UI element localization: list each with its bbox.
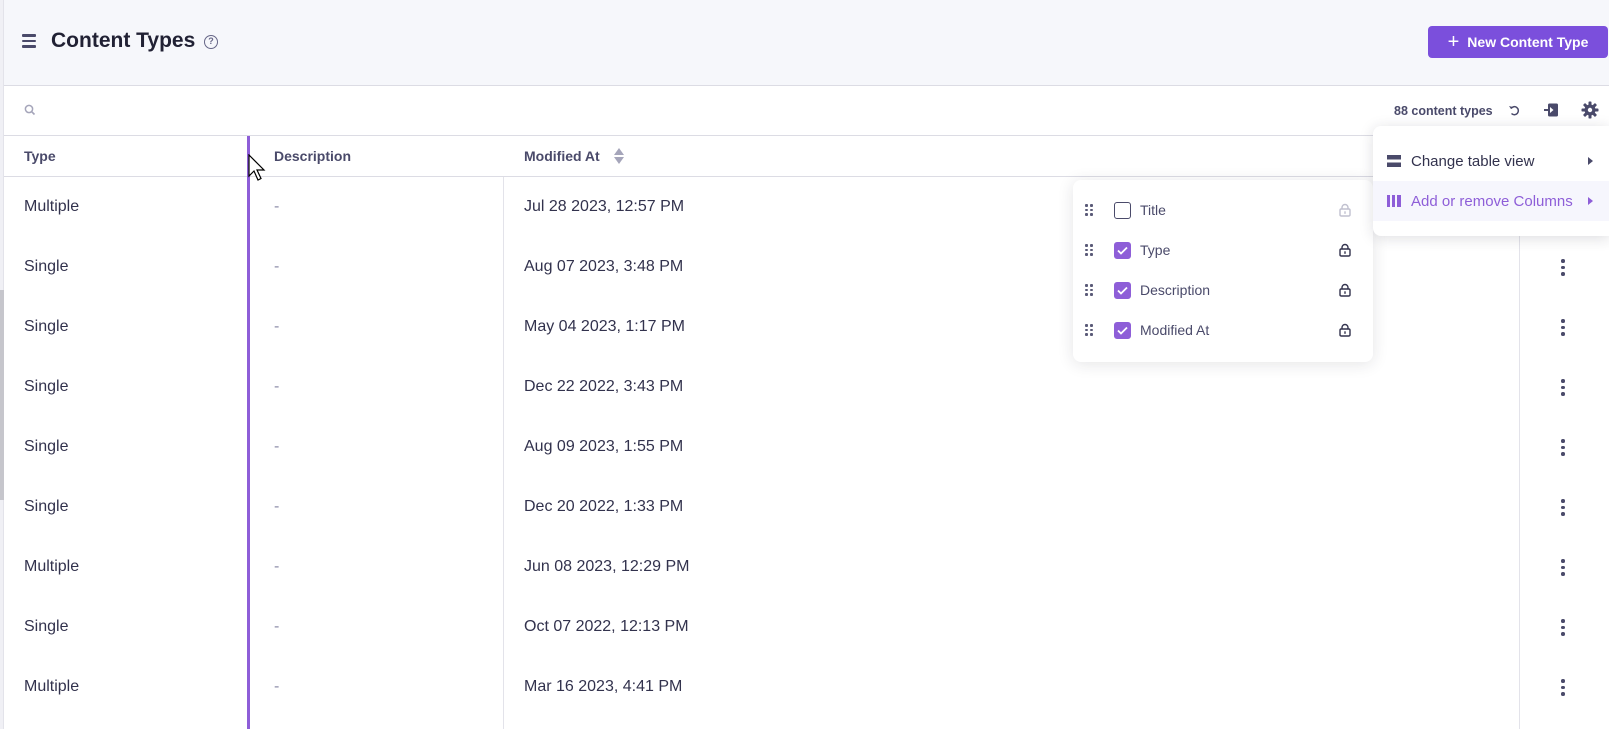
cell-modified-at: Aug 09 2023, 1:55 PM [524, 438, 684, 455]
menu-item-label: Add or remove Columns [1411, 192, 1573, 210]
drag-handle-icon[interactable] [1085, 324, 1093, 336]
reset-icon[interactable] [1504, 100, 1524, 120]
content-types-page: Content Types ? + New Content Type 88 co… [0, 0, 1609, 729]
page-header: Content Types ? + New Content Type [4, 0, 1609, 86]
row-more-actions-icon[interactable] [1560, 679, 1566, 697]
export-icon[interactable] [1541, 100, 1561, 120]
lock-icon[interactable] [1338, 203, 1352, 217]
cell-modified-at: May 04 2023, 1:17 PM [524, 318, 685, 335]
lock-icon[interactable] [1338, 243, 1352, 257]
column-checkbox[interactable] [1114, 281, 1131, 299]
row-more-actions-icon[interactable] [1560, 379, 1566, 397]
column-checkbox[interactable] [1114, 201, 1131, 219]
table-row[interactable]: Single - Oct 07 2022, 12:13 PM [4, 597, 1609, 657]
column-option[interactable]: Modified At [1073, 310, 1373, 350]
cell-type: Multiple [24, 198, 80, 215]
cell-type: Single [24, 438, 69, 455]
column-header-type[interactable]: Type [24, 136, 56, 176]
new-content-type-button[interactable]: + New Content Type [1428, 26, 1608, 58]
cell-description: - [274, 198, 280, 215]
settings-gear-icon[interactable] [1580, 100, 1600, 120]
cell-description: - [274, 378, 280, 395]
row-more-actions-icon[interactable] [1560, 619, 1566, 637]
drag-handle-icon[interactable] [1085, 244, 1093, 256]
cell-description: - [274, 558, 280, 575]
table-row[interactable]: Single - Dec 22 2022, 3:43 PM [4, 357, 1609, 417]
column-option-label: Type [1140, 242, 1171, 258]
cell-type: Single [24, 318, 69, 335]
cell-modified-at: Dec 20 2022, 1:33 PM [524, 498, 684, 515]
rows-icon [1387, 155, 1401, 167]
cell-description: - [274, 438, 280, 455]
settings-menu: Change table view Add or remove Columns [1373, 126, 1609, 236]
cell-modified-at: Aug 07 2023, 3:48 PM [524, 258, 684, 275]
column-header-description[interactable]: Description [274, 136, 351, 176]
sort-icon[interactable] [613, 148, 624, 165]
column-header-modified-at[interactable]: Modified At [524, 136, 624, 176]
caret-right-icon [1588, 157, 1593, 165]
table-row[interactable]: Single - Dec 20 2022, 1:33 PM [4, 477, 1609, 537]
cell-type: Multiple [24, 678, 80, 695]
cell-description: - [274, 258, 280, 275]
columns-icon [1387, 195, 1401, 207]
cell-description: - [274, 618, 280, 635]
table-row[interactable]: Single - Aug 09 2023, 1:55 PM [4, 417, 1609, 477]
cell-modified-at: Jun 08 2023, 12:29 PM [524, 558, 690, 575]
cell-modified-at: Dec 22 2022, 3:43 PM [524, 378, 684, 395]
table-toolbar: 88 content types [4, 87, 1609, 136]
column-option[interactable]: Description [1073, 270, 1373, 310]
column-option-label: Title [1140, 202, 1166, 218]
cell-modified-at: Mar 16 2023, 4:41 PM [524, 678, 683, 695]
column-checkbox[interactable] [1114, 241, 1131, 259]
table-row[interactable]: Multiple - Mar 16 2023, 4:41 PM [4, 657, 1609, 717]
search-icon [24, 104, 36, 116]
column-option-label: Description [1140, 282, 1211, 298]
new-content-type-label: New Content Type [1467, 34, 1589, 50]
column-option[interactable]: Title [1073, 190, 1373, 230]
menu-item-add-remove-columns[interactable]: Add or remove Columns [1373, 181, 1609, 221]
menu-item-label: Change table view [1411, 152, 1535, 170]
lock-icon[interactable] [1338, 283, 1352, 297]
row-more-actions-icon[interactable] [1560, 439, 1566, 457]
content-type-count: 88 content types [1394, 104, 1493, 118]
cell-type: Single [24, 498, 69, 515]
table-header: Type Description Modified At [4, 136, 1609, 177]
caret-right-icon [1588, 197, 1593, 205]
search-input[interactable] [44, 97, 644, 125]
hamburger-menu-icon[interactable] [22, 34, 36, 48]
row-more-actions-icon[interactable] [1560, 259, 1566, 277]
column-option[interactable]: Type [1073, 230, 1373, 270]
cell-description: - [274, 678, 280, 695]
drag-handle-icon[interactable] [1085, 204, 1093, 216]
lock-icon[interactable] [1338, 323, 1352, 337]
cell-type: Single [24, 618, 69, 635]
row-more-actions-icon[interactable] [1560, 559, 1566, 577]
cell-type: Single [24, 258, 69, 275]
cell-modified-at: Oct 07 2022, 12:13 PM [524, 618, 689, 635]
row-more-actions-icon[interactable] [1560, 499, 1566, 517]
table-row[interactable]: Multiple - Jun 08 2023, 12:29 PM [4, 537, 1609, 597]
help-icon[interactable]: ? [204, 35, 218, 49]
plus-icon: + [1447, 31, 1460, 53]
columns-panel: Title Type Description Modified At [1073, 180, 1373, 362]
column-checkbox[interactable] [1114, 321, 1131, 339]
cell-type: Single [24, 378, 69, 395]
column-resize-handle[interactable] [247, 136, 250, 729]
menu-item-change-table-view[interactable]: Change table view [1373, 141, 1609, 181]
drag-handle-icon[interactable] [1085, 284, 1093, 296]
column-option-label: Modified At [1140, 322, 1210, 338]
cell-description: - [274, 498, 280, 515]
cell-type: Multiple [24, 558, 80, 575]
column-header-modified-at-label: Modified At [524, 148, 600, 164]
cell-modified-at: Jul 28 2023, 12:57 PM [524, 198, 685, 215]
row-more-actions-icon[interactable] [1560, 319, 1566, 337]
cell-description: - [274, 318, 280, 335]
page-title: Content Types [51, 29, 196, 52]
